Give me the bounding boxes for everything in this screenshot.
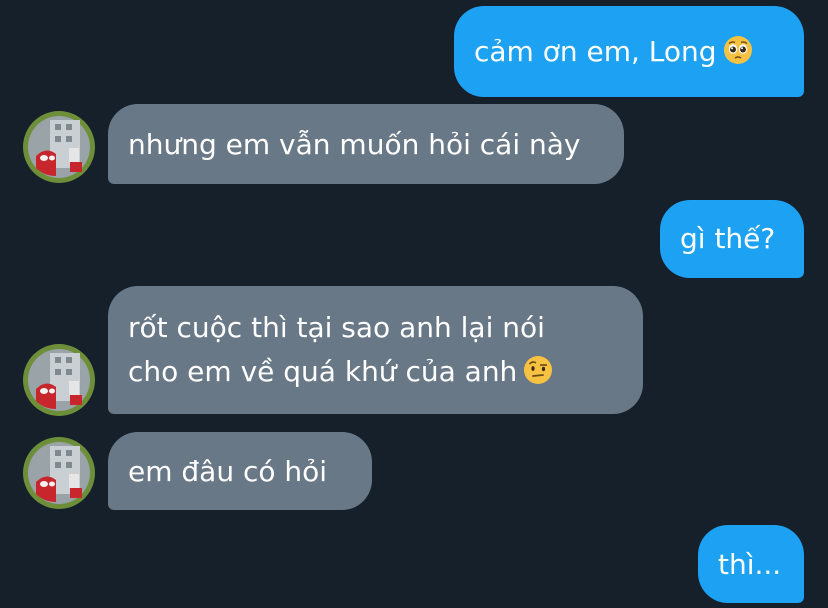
message-text: thì... bbox=[718, 548, 782, 581]
avatar[interactable] bbox=[22, 343, 96, 417]
avatar[interactable] bbox=[22, 110, 96, 184]
message-bubble-incoming[interactable]: em đâu có hỏi bbox=[108, 432, 372, 510]
message-bubble-incoming[interactable]: rốt cuộc thì tại sao anh lại nói cho em … bbox=[108, 286, 643, 414]
face-with-raised-eyebrow-emoji bbox=[523, 354, 553, 398]
pleading-face-emoji bbox=[723, 34, 753, 78]
spiderman-avatar-icon bbox=[23, 111, 95, 183]
message-text: em đâu có hỏi bbox=[128, 455, 328, 488]
spiderman-avatar-icon bbox=[23, 344, 95, 416]
message-text: gì thế? bbox=[680, 222, 776, 255]
message-text: cảm ơn em, Long bbox=[474, 35, 717, 68]
avatar[interactable] bbox=[22, 436, 96, 510]
spiderman-avatar-icon bbox=[23, 437, 95, 509]
message-bubble-outgoing[interactable]: cảm ơn em, Long bbox=[454, 6, 804, 97]
message-text-line: rốt cuộc thì tại sao anh lại nói bbox=[128, 311, 545, 344]
message-bubble-outgoing[interactable]: gì thế? bbox=[660, 200, 804, 278]
message-text: nhưng em vẫn muốn hỏi cái này bbox=[128, 128, 581, 161]
message-bubble-outgoing[interactable]: thì... bbox=[698, 525, 804, 603]
message-text-line: cho em về quá khứ của anh bbox=[128, 350, 643, 398]
message-bubble-incoming[interactable]: nhưng em vẫn muốn hỏi cái này bbox=[108, 104, 624, 184]
